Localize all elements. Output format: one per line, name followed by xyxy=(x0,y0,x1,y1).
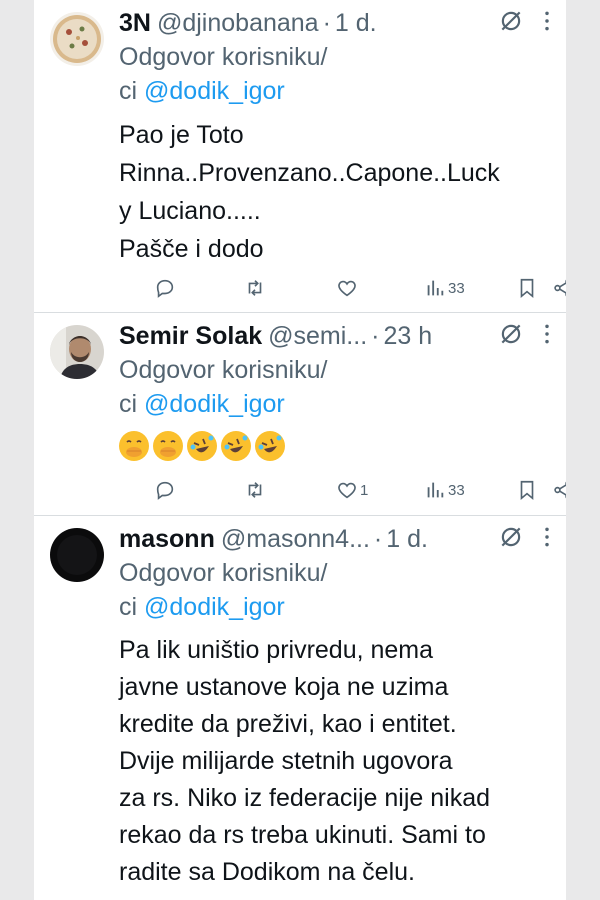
reply-mention-link[interactable]: @dodik_igor xyxy=(144,77,285,105)
reply-button[interactable] xyxy=(154,277,176,299)
tweet-emojis xyxy=(119,431,552,461)
face-with-hand-over-mouth-emoji xyxy=(153,431,183,461)
timeline-feed: 3N @djinobanana · 1 d. Odgovor korisniku… xyxy=(34,0,566,900)
views-button[interactable]: 33 xyxy=(424,479,465,501)
tweet-text-line: y Luciano..... xyxy=(119,197,261,225)
share-button[interactable] xyxy=(552,277,566,299)
reply-prefix-cont: ci xyxy=(119,390,138,418)
face-with-hand-over-mouth-emoji xyxy=(119,431,149,461)
share-button[interactable] xyxy=(552,479,566,501)
retweet-button[interactable] xyxy=(244,479,266,501)
views-icon xyxy=(427,280,444,296)
mute-icon[interactable] xyxy=(498,524,524,550)
display-name[interactable]: masonn xyxy=(119,524,215,554)
display-name[interactable]: 3N xyxy=(119,8,151,38)
display-name[interactable]: Semir Solak xyxy=(119,321,262,351)
avatar[interactable] xyxy=(50,325,104,379)
user-handle[interactable]: @semi... xyxy=(268,321,367,351)
retweet-icon xyxy=(248,482,262,498)
separator-dot: · xyxy=(373,525,383,553)
more-options-icon[interactable] xyxy=(534,321,560,347)
heart-icon xyxy=(338,482,356,499)
reply-prefix-cont: ci xyxy=(119,77,138,105)
reply-mention-link[interactable]: @dodik_igor xyxy=(144,593,285,621)
view-count: 33 xyxy=(448,279,465,297)
user-handle[interactable]: @djinobanana xyxy=(157,8,319,38)
tweet[interactable]: masonn @masonn4... · 1 d. Odgovor korisn… xyxy=(34,516,566,900)
rolling-on-floor-laughing-emoji xyxy=(187,431,217,461)
tweet-text-line: rekao da rs treba ukinuti. Sami to xyxy=(119,821,486,849)
tweet-text-line: Pa lik uništio privredu, nema xyxy=(119,636,434,664)
reply-prefix-cont: ci xyxy=(119,593,138,621)
tweet-text-line: kredite da preživi, kao i entitet. xyxy=(119,710,457,738)
mute-icon[interactable] xyxy=(498,8,524,34)
more-options-icon[interactable] xyxy=(534,8,560,34)
more-options-icon[interactable] xyxy=(534,524,560,550)
separator-dot: · xyxy=(371,322,380,350)
reply-mention-link[interactable]: @dodik_igor xyxy=(144,390,285,418)
share-icon xyxy=(554,279,566,297)
tweet-text-line: radite sa Dodikom na čelu. xyxy=(119,858,415,886)
bookmark-button[interactable] xyxy=(516,479,538,501)
tweet-actions: 33 xyxy=(154,274,566,302)
views-button[interactable]: 33 xyxy=(424,277,465,299)
like-button[interactable] xyxy=(336,277,360,299)
tweet-text-line: Pašče i dodo xyxy=(119,235,264,263)
reply-prefix: Odgovor korisniku/ xyxy=(119,356,328,384)
reply-prefix: Odgovor korisniku/ xyxy=(119,43,328,71)
reply-context: Odgovor korisniku/ ci @dodik_igor xyxy=(119,40,552,108)
bookmark-icon xyxy=(520,278,534,299)
timestamp[interactable]: 1 d. xyxy=(335,8,377,38)
tweet[interactable]: Semir Solak @semi... · 23 h Odgovor kori… xyxy=(34,313,566,516)
reply-icon xyxy=(156,279,174,298)
avatar[interactable] xyxy=(50,12,104,66)
tweet-text: Pa lik uništio privredu, nema javne usta… xyxy=(119,632,552,891)
views-icon xyxy=(427,482,444,498)
retweet-button[interactable] xyxy=(244,277,266,299)
view-count: 33 xyxy=(448,481,465,499)
share-icon xyxy=(554,481,566,499)
tweet-text-line: Pao je Toto xyxy=(119,121,244,149)
tweet-text-line: Rinna..Provenzano..Capone..Luck xyxy=(119,159,500,187)
heart-icon xyxy=(338,280,356,297)
reply-context: Odgovor korisniku/ ci @dodik_igor xyxy=(119,556,552,624)
like-button[interactable]: 1 xyxy=(336,479,368,501)
tweet[interactable]: 3N @djinobanana · 1 d. Odgovor korisniku… xyxy=(34,0,566,313)
rolling-on-floor-laughing-emoji xyxy=(255,431,285,461)
user-handle[interactable]: @masonn4... xyxy=(221,524,370,554)
tweet-text: Pao je Toto Rinna..Provenzano..Capone..L… xyxy=(119,116,552,268)
reply-prefix: Odgovor korisniku/ xyxy=(119,559,328,587)
bookmark-icon xyxy=(520,480,534,501)
avatar[interactable] xyxy=(50,528,104,582)
timestamp[interactable]: 23 h xyxy=(383,321,432,351)
retweet-icon xyxy=(248,280,262,296)
tweet-text-line: za rs. Niko iz federacije nije nikad xyxy=(119,784,490,812)
reply-context: Odgovor korisniku/ ci @dodik_igor xyxy=(119,353,552,421)
tweet-actions: 1 33 xyxy=(154,476,566,504)
tweet-text-line: Dvije milijarde stetnih ugovora xyxy=(119,747,453,775)
rolling-on-floor-laughing-emoji xyxy=(221,431,251,461)
reply-icon xyxy=(156,481,174,500)
reply-button[interactable] xyxy=(154,479,176,501)
like-count: 1 xyxy=(360,481,369,499)
separator-dot: · xyxy=(322,9,331,37)
mute-icon[interactable] xyxy=(498,321,524,347)
tweet-text-line: javne ustanove koja ne uzima xyxy=(119,673,449,701)
bookmark-button[interactable] xyxy=(516,277,538,299)
timestamp[interactable]: 1 d. xyxy=(386,524,428,554)
